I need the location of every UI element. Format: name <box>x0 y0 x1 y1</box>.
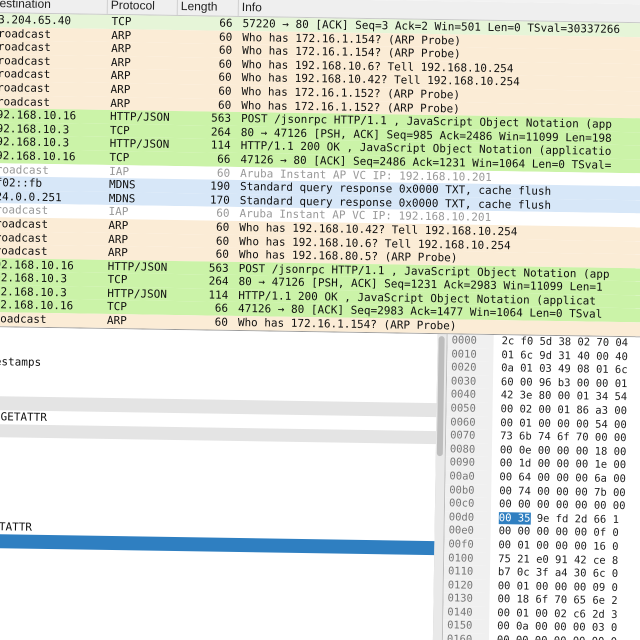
detail-tree: nestamps, GETATTRGETATTR <box>0 327 438 640</box>
hex-offset: 0110 <box>443 565 491 580</box>
packet-length-cell: 60 <box>218 71 232 85</box>
packet-length-cell: 60 <box>215 247 230 261</box>
hex-dump: 0000 2c f0 5d 38 02 70 04 0010 01 6c 9d 31 … <box>442 334 640 640</box>
packet-protocol-cell: IAP <box>108 205 129 219</box>
hex-offset: 0140 <box>443 606 490 621</box>
packet-protocol-cell: ARP <box>110 55 131 70</box>
hex-offset: 0030 <box>446 375 494 390</box>
packet-length-cell: 170 <box>209 193 230 207</box>
packet-length-cell: 60 <box>219 30 233 44</box>
packet-length-cell: 563 <box>211 111 232 125</box>
packet-protocol-cell: TCP <box>109 150 130 165</box>
hex-offset: 0090 <box>445 456 492 471</box>
packet-protocol-cell: HTTP/JSON <box>109 137 170 152</box>
hex-offset: 0050 <box>446 402 493 417</box>
column-header-length[interactable]: Length <box>177 0 239 16</box>
packet-length-cell: 563 <box>208 261 229 275</box>
scrollbar-thumb[interactable] <box>436 336 445 457</box>
packet-protocol-cell: ARP <box>110 69 131 83</box>
packet-protocol-cell: HTTP/JSON <box>109 110 170 125</box>
packet-protocol-cell: ARP <box>111 28 132 42</box>
column-header-protocol[interactable]: Protocol <box>107 0 178 15</box>
packet-length-cell: 60 <box>217 98 232 112</box>
packet-length-cell: 66 <box>219 16 233 30</box>
hex-offset: 0100 <box>444 551 491 567</box>
hex-offset: 0060 <box>446 415 493 431</box>
packet-length-cell: 60 <box>218 57 233 71</box>
hex-bytes-highlighted: 00 35 <box>498 511 531 525</box>
hex-offset: 00a0 <box>445 470 492 485</box>
packet-length-cell: 66 <box>217 152 231 166</box>
hex-offset: 0000 <box>447 334 494 349</box>
packet-length-cell: 66 <box>214 302 229 316</box>
column-header-destination[interactable]: Destination <box>0 0 108 14</box>
tilted-screen: Destination Protocol Length Info 13.204.… <box>0 0 640 640</box>
packet-length-cell: 60 <box>218 43 233 58</box>
packet-bytes-pane: 0000 2c f0 5d 38 02 70 04 0010 01 6c 9d 31 … <box>442 334 640 640</box>
packet-protocol-cell: MDNS <box>108 191 136 206</box>
hex-offset: 00f0 <box>444 538 491 553</box>
packet-protocol-cell: HTTP/JSON <box>107 286 168 301</box>
packet-length-cell: 60 <box>218 84 232 98</box>
packet-protocol-cell: TCP <box>111 14 132 29</box>
packet-protocol-cell: ARP <box>111 42 132 56</box>
hex-bytes-rest: 9e fd 2d 66 1 <box>536 512 620 526</box>
packet-length-cell: 60 <box>216 206 230 221</box>
hex-offset: 00e0 <box>444 524 491 539</box>
hex-offset: 00c0 <box>444 497 492 512</box>
hex-offset: 0120 <box>443 578 490 594</box>
hex-offset: 0010 <box>447 347 494 363</box>
packet-length-cell: 60 <box>214 315 228 329</box>
packet-protocol-cell: TCP <box>106 300 128 314</box>
packet-length-cell: 60 <box>216 166 231 180</box>
packet-length-cell: 60 <box>215 234 230 248</box>
packet-protocol-cell: ARP <box>110 82 131 97</box>
packet-protocol-cell: ARP <box>110 96 131 110</box>
hex-bytes: 00 00 00 00 00 00 0 <box>489 634 617 640</box>
packet-protocol-cell: HTTP/JSON <box>107 259 168 274</box>
packet-protocol-cell: TCP <box>107 273 128 287</box>
packet-length-cell: 190 <box>210 179 231 193</box>
hex-offset: 00b0 <box>445 483 492 499</box>
packet-protocol-cell: ARP <box>108 232 129 246</box>
packet-length-cell: 60 <box>216 220 230 234</box>
hex-offset: 00d0 <box>444 510 491 526</box>
packet-protocol-cell: ARP <box>106 313 127 328</box>
hex-offset: 0150 <box>443 619 490 635</box>
packet-protocol-cell: IAP <box>109 164 130 178</box>
packet-protocol-cell: TCP <box>109 123 130 137</box>
packet-protocol-cell: ARP <box>108 218 129 233</box>
hex-offset: 0070 <box>446 429 493 444</box>
packet-rows: 13.204.65.40 TCP 66 57220 → 80 [ACK] Seq=3 … <box>0 12 640 338</box>
packet-length-cell: 264 <box>210 125 231 139</box>
packet-length-cell: 264 <box>208 274 229 289</box>
wireshark-window: Destination Protocol Length Info 13.204.… <box>0 0 640 640</box>
packet-list-pane: Destination Protocol Length Info 13.204.… <box>0 0 640 338</box>
hex-offset: 0130 <box>443 592 490 607</box>
packet-length-cell: 114 <box>208 288 229 302</box>
packet-protocol-cell: MDNS <box>108 178 136 192</box>
packet-detail-pane: nestamps, GETATTRGETATTR <box>0 326 439 640</box>
hex-offset: 0020 <box>447 361 494 376</box>
packet-protocol-cell: ARP <box>107 246 128 260</box>
hex-offset: 0160 <box>442 633 490 640</box>
hex-offset: 0040 <box>446 388 493 403</box>
packet-length-cell: 114 <box>210 138 231 153</box>
hex-offset: 0080 <box>445 442 492 458</box>
